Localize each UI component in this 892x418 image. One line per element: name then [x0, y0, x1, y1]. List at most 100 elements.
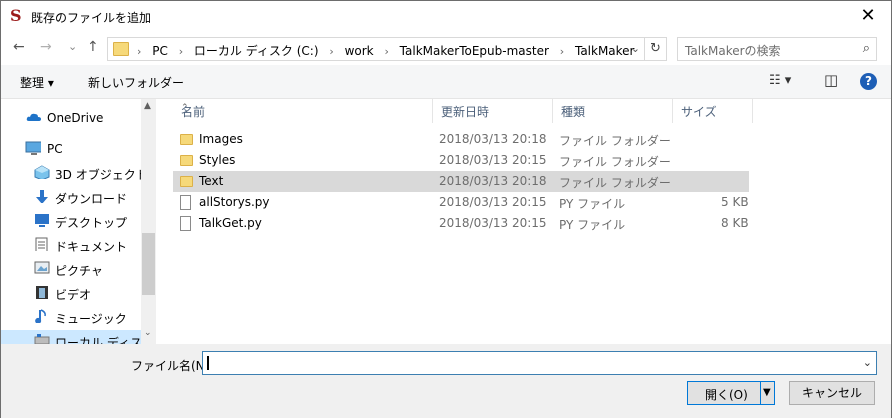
recent-locations-icon[interactable]: ⌄ — [68, 40, 77, 53]
command-toolbar: 整理 ▾ 新しいフォルダー ☷ ▾ ◫ — [1, 65, 891, 99]
file-row-images[interactable]: Images 2018/03/13 20:18 ファイル フォルダー — [173, 129, 749, 150]
sidebar-item-music[interactable]: ミュージック — [1, 306, 156, 328]
video-icon — [36, 286, 48, 299]
file-row-talkget[interactable]: TalkGet.py 2018/03/13 20:15 PY ファイル 8 KB — [173, 213, 749, 234]
file-type: ファイル フォルダー — [559, 176, 671, 190]
sidebar-item-label: デスクトップ — [55, 216, 128, 230]
sidebar-item-label: OneDrive — [47, 111, 104, 125]
file-row-text[interactable]: Text 2018/03/13 20:18 ファイル フォルダー — [173, 171, 749, 192]
search-icon[interactable]: ⌕ — [863, 41, 870, 56]
sidebar-item-documents[interactable]: ドキュメント — [1, 234, 156, 256]
breadcrumb-item-pc[interactable]: PC — [152, 44, 168, 58]
file-modified: 2018/03/13 20:15 — [439, 153, 547, 167]
column-header-label: 種類 — [561, 105, 586, 119]
organize-button[interactable]: 整理 ▾ — [20, 74, 54, 91]
sidebar-item-label: 3D オブジェクト — [55, 168, 148, 182]
file-dialog-window: S 既存のファイルを追加 ✕ ← → ⌄ ↑ › PC › ローカル ディスク … — [0, 0, 892, 418]
sort-ascending-icon: ⌃ — [181, 103, 189, 113]
back-arrow-icon[interactable]: ← — [13, 39, 25, 55]
cancel-button[interactable]: キャンセル — [789, 381, 875, 405]
scroll-down-arrow-icon[interactable]: ⌄ — [144, 328, 152, 338]
picture-icon — [34, 261, 50, 274]
new-folder-button[interactable]: 新しいフォルダー — [88, 74, 184, 91]
scrollbar-thumb[interactable] — [142, 233, 155, 295]
breadcrumb-separator[interactable]: › — [384, 45, 388, 58]
column-header-size[interactable]: サイズ — [673, 99, 753, 123]
breadcrumb-separator: › — [137, 45, 142, 58]
open-dropdown-arrow-icon[interactable]: ▼ — [763, 387, 771, 398]
column-header-type[interactable]: 種類 — [553, 99, 673, 123]
sidebar-item-label: ダウンロード — [55, 192, 128, 206]
folder-icon — [180, 134, 193, 145]
sidebar-item-pictures[interactable]: ピクチャ — [1, 258, 156, 280]
breadcrumb-item-talkmakertoepub[interactable]: TalkMakerToEpub-master — [400, 44, 549, 58]
sidebar-item-onedrive[interactable]: OneDrive — [1, 107, 156, 129]
open-button-label: 開く(O) — [705, 388, 748, 402]
title-bar: S 既存のファイルを追加 ✕ — [1, 1, 891, 32]
sidebar-item-local-disk[interactable]: ローカル ディスク (C — [1, 330, 156, 344]
file-type: PY ファイル — [559, 197, 626, 211]
sidebar-item-label: ビデオ — [55, 288, 92, 302]
file-type: ファイル フォルダー — [559, 155, 671, 169]
music-icon — [35, 309, 46, 323]
open-button[interactable]: 開く(O) ▼ — [687, 381, 775, 405]
sidebar-item-pc[interactable]: PC — [1, 138, 156, 160]
folder-icon — [113, 42, 129, 56]
file-row-styles[interactable]: Styles 2018/03/13 20:15 ファイル フォルダー — [173, 150, 749, 171]
sidebar-item-label: PC — [47, 142, 63, 156]
app-icon: S — [10, 6, 22, 25]
navigation-pane: OneDrive PC 3D オブジェクト ダウンロード デスクトップ ドキュメ… — [1, 99, 156, 344]
3d-objects-icon — [34, 165, 50, 179]
up-arrow-icon[interactable]: ↑ — [87, 39, 99, 55]
column-header-label: 更新日時 — [441, 105, 490, 119]
file-modified: 2018/03/13 20:18 — [439, 174, 547, 188]
column-header-modified[interactable]: 更新日時 — [433, 99, 553, 123]
search-input[interactable]: TalkMakerの検索 ⌕ — [677, 37, 877, 61]
sidebar-item-downloads[interactable]: ダウンロード — [1, 186, 156, 208]
breadcrumb-item-work[interactable]: work — [345, 44, 374, 58]
breadcrumb: › PC › ローカル ディスク (C:) › work › TalkMaker… — [130, 42, 635, 59]
download-icon — [36, 190, 48, 203]
window-title: 既存のファイルを追加 — [31, 11, 152, 25]
file-name: TalkGet.py — [199, 216, 262, 230]
sidebar-item-label: ドキュメント — [55, 240, 128, 254]
address-dropdown-icon[interactable]: ⌄ — [631, 42, 640, 55]
cloud-icon — [26, 113, 41, 121]
refresh-button[interactable]: ↻ — [645, 37, 667, 61]
breadcrumb-item-local-disk[interactable]: ローカル ディスク (C:) — [194, 42, 319, 59]
sidebar-item-3d-objects[interactable]: 3D オブジェクト — [1, 162, 156, 184]
view-options-button[interactable]: ☷ ▾ — [769, 73, 791, 88]
pc-icon — [25, 141, 41, 155]
preview-pane-icon[interactable]: ◫ — [824, 71, 838, 89]
close-button[interactable]: ✕ — [845, 1, 891, 32]
filename-input[interactable]: ⌄ — [202, 351, 877, 375]
breadcrumb-separator[interactable]: › — [179, 45, 183, 58]
sidebar-item-label: ミュージック — [55, 312, 127, 326]
column-header-label: サイズ — [681, 105, 717, 119]
file-row-allstorys[interactable]: allStorys.py 2018/03/13 20:15 PY ファイル 5 … — [173, 192, 749, 213]
filename-dropdown-icon[interactable]: ⌄ — [863, 356, 872, 369]
scroll-up-arrow-icon[interactable]: ▲ — [144, 101, 151, 111]
file-name: Styles — [199, 153, 236, 167]
breadcrumb-item-talkmaker[interactable]: TalkMaker — [575, 44, 635, 58]
search-placeholder: TalkMakerの検索 — [685, 44, 781, 58]
document-icon — [35, 237, 48, 251]
column-header-name[interactable]: 名前 ⌃ — [173, 99, 433, 123]
file-modified: 2018/03/13 20:18 — [439, 132, 547, 146]
help-icon[interactable]: ? — [860, 73, 877, 90]
sidebar-item-videos[interactable]: ビデオ — [1, 282, 156, 304]
file-name: Images — [199, 132, 243, 146]
sidebar-item-desktop[interactable]: デスクトップ — [1, 210, 156, 232]
python-file-icon — [180, 216, 191, 231]
address-bar[interactable]: › PC › ローカル ディスク (C:) › work › TalkMaker… — [107, 37, 645, 61]
file-name: Text — [199, 174, 224, 188]
navigation-scrollbar[interactable]: ▲ ⌄ — [141, 99, 156, 344]
folder-icon — [180, 155, 193, 166]
disk-icon — [34, 334, 50, 344]
folder-icon — [180, 176, 193, 187]
desktop-icon — [35, 214, 49, 227]
python-file-icon — [180, 195, 191, 210]
breadcrumb-separator[interactable]: › — [560, 45, 564, 58]
forward-arrow-icon[interactable]: → — [40, 39, 52, 55]
breadcrumb-separator[interactable]: › — [329, 45, 333, 58]
